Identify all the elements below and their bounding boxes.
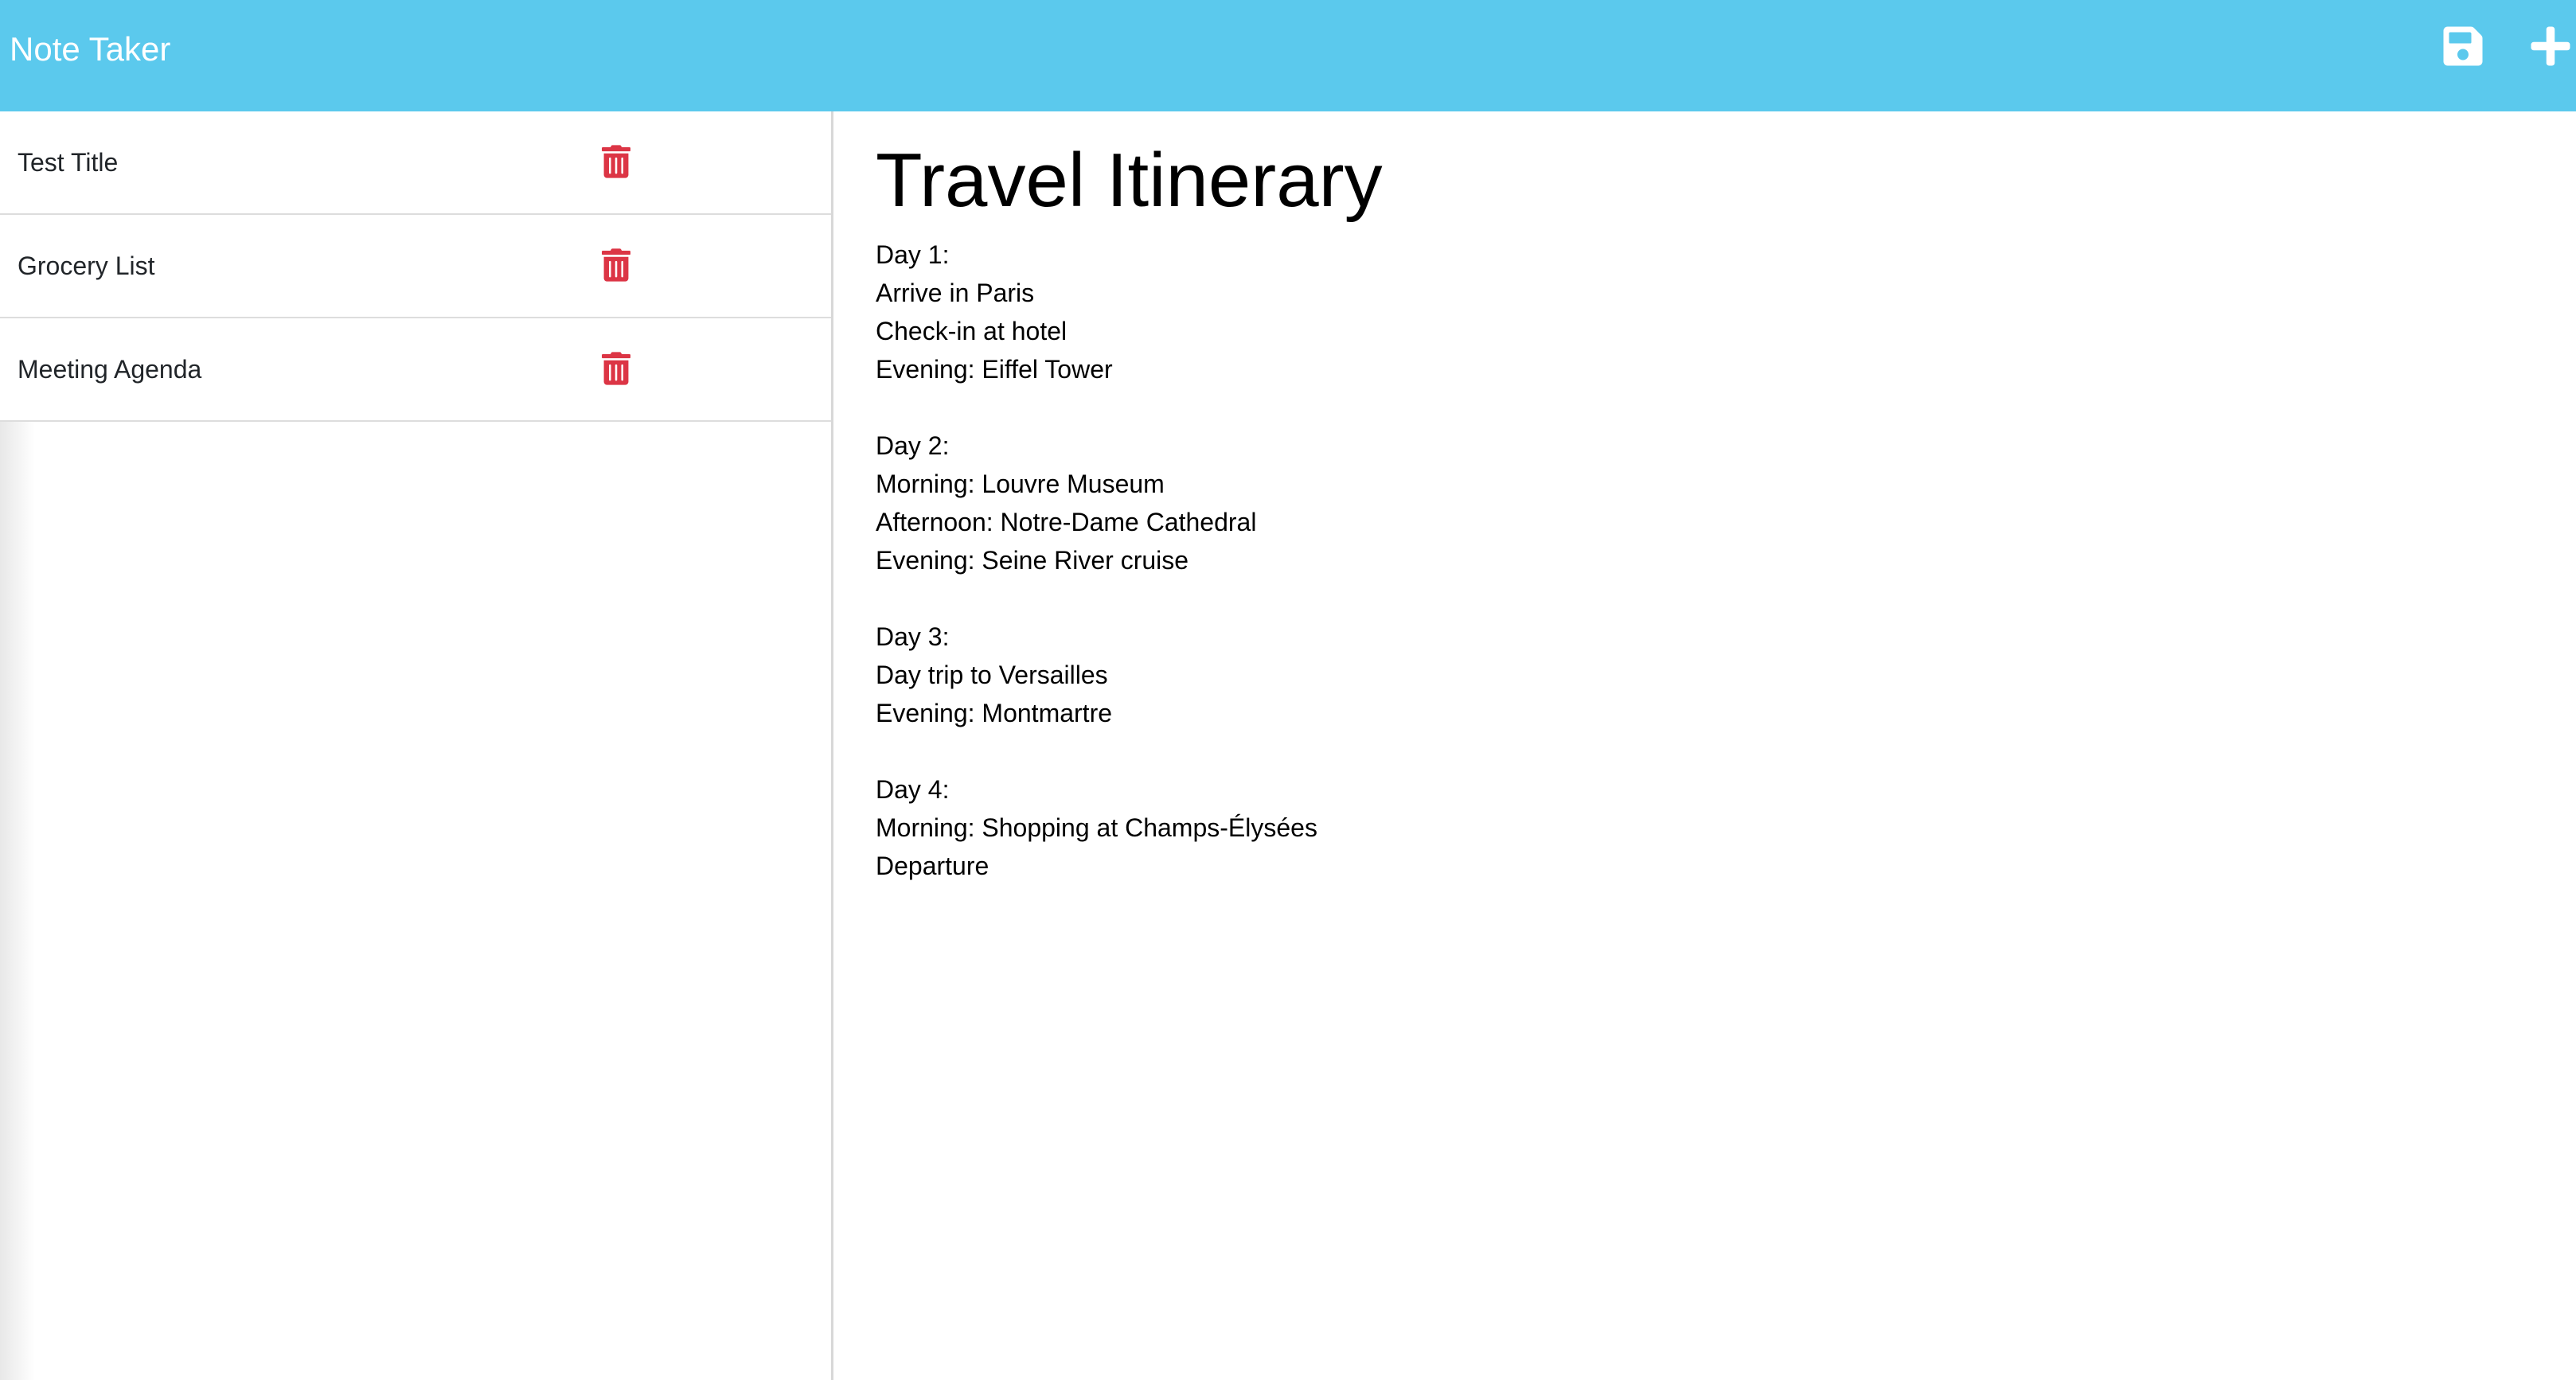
note-title[interactable]: Meeting Agenda <box>18 353 201 385</box>
save-icon[interactable] <box>2441 24 2485 68</box>
navbar: Note Taker <box>0 0 2576 111</box>
note-text-area[interactable]: Day 1: Arrive in Paris Check-in at hotel… <box>876 236 2468 885</box>
list-item[interactable]: Grocery List <box>0 215 831 318</box>
trash-icon[interactable] <box>602 248 630 282</box>
note-title[interactable]: Grocery List <box>18 250 154 282</box>
list-item[interactable]: Test Title <box>0 111 831 215</box>
trash-icon[interactable] <box>602 145 630 178</box>
note-title-field[interactable]: Travel Itinerary <box>876 134 1383 228</box>
plus-icon[interactable] <box>2528 24 2573 68</box>
note-title[interactable]: Test Title <box>18 146 118 178</box>
plus-icon-graphic <box>2531 26 2570 66</box>
trash-icon[interactable] <box>602 352 630 385</box>
notes-sidebar: Test Title Grocery List Meeting Agenda <box>0 111 833 1380</box>
save-icon-graphic <box>2443 26 2483 66</box>
trash-icon-graphic <box>602 248 630 282</box>
note-list: Test Title Grocery List Meeting Agenda <box>0 111 831 422</box>
trash-icon-graphic <box>602 145 630 178</box>
app-title[interactable]: Note Taker <box>10 29 170 70</box>
note-editor: Travel Itinerary Day 1: Arrive in Paris … <box>834 111 2576 1380</box>
list-item[interactable]: Meeting Agenda <box>0 318 831 422</box>
trash-icon-graphic <box>602 352 630 385</box>
